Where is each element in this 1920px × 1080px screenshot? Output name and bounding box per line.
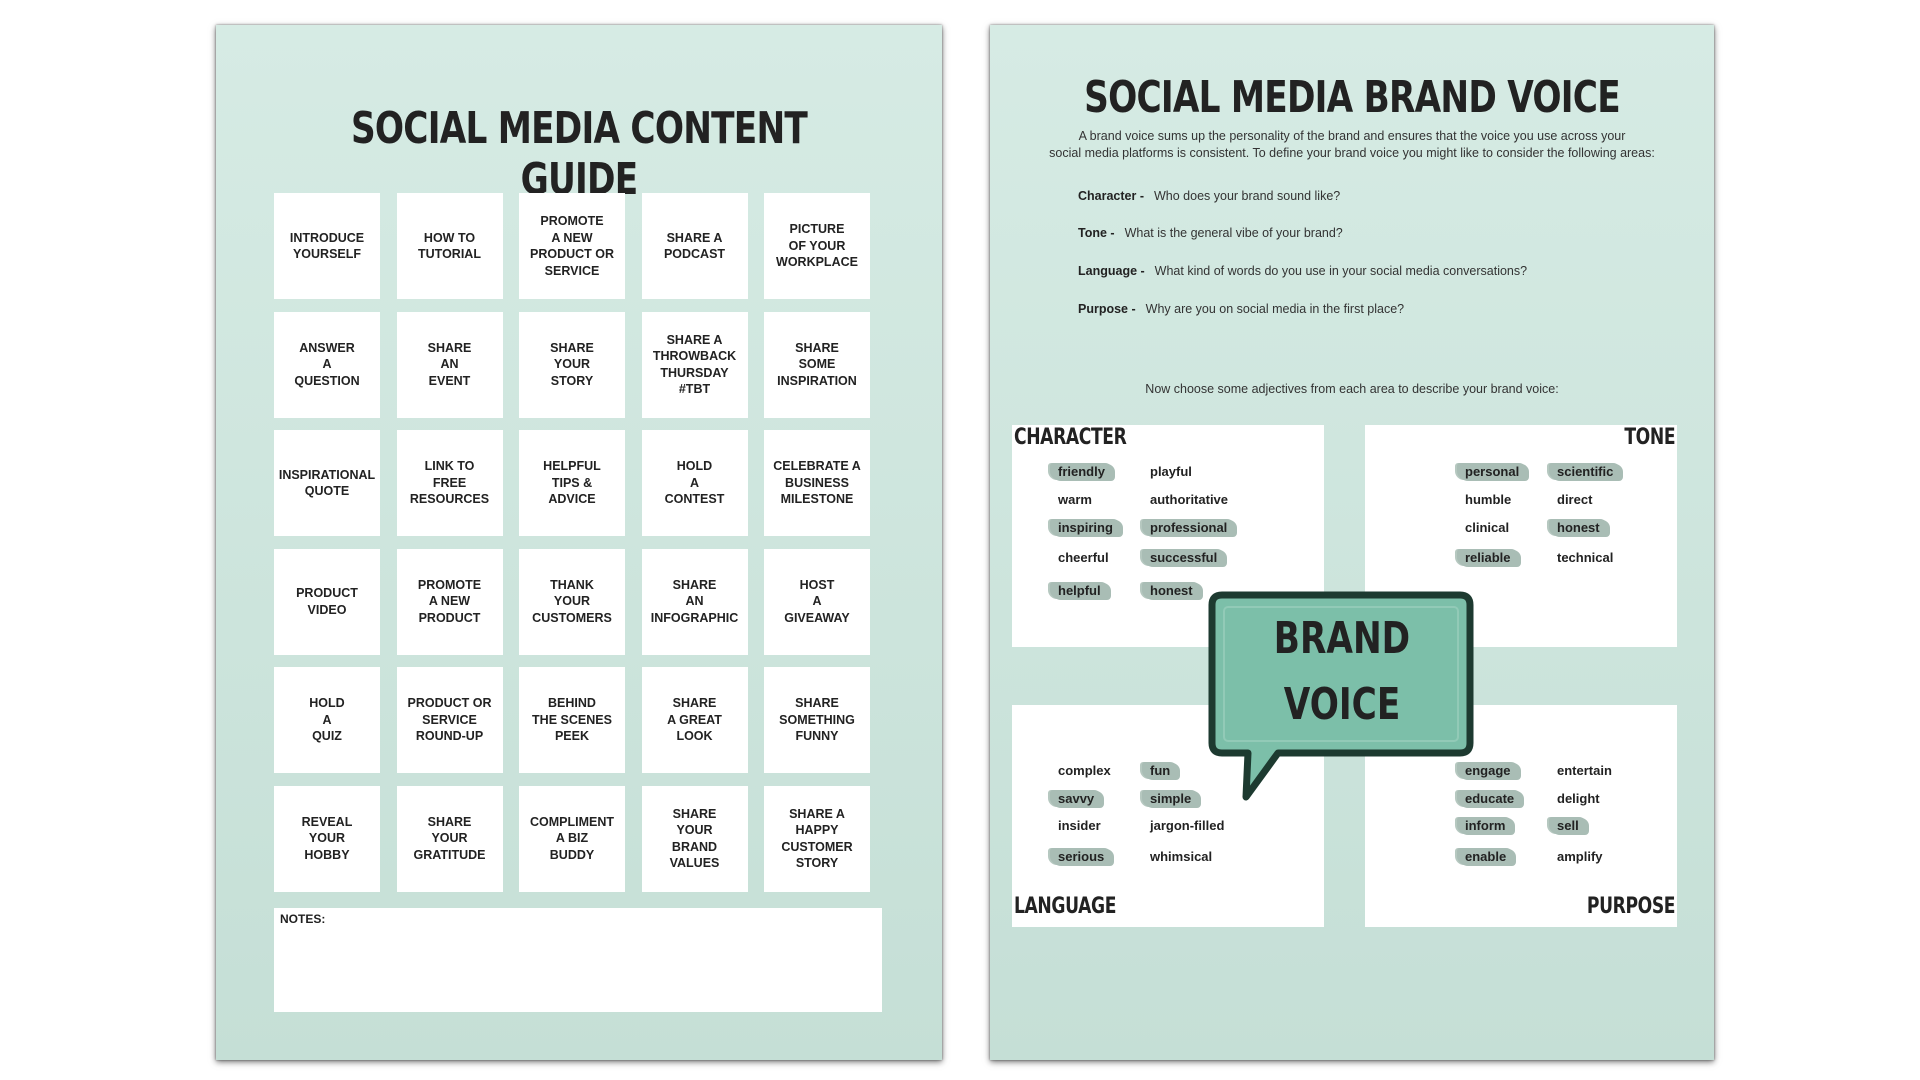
character-label: CHARACTER: [1014, 425, 1127, 450]
content-idea-cell: PICTURE OF YOUR WORKPLACE: [764, 193, 870, 299]
adjective-word[interactable]: honest: [1142, 582, 1201, 599]
adjective-word[interactable]: insider: [1050, 817, 1109, 834]
content-idea-cell: HOST A GIVEAWAY: [764, 548, 870, 655]
content-idea-cell: SHARE YOUR BRAND VALUES: [641, 785, 748, 892]
content-idea-cell: SHARE SOME INSPIRATION: [764, 311, 870, 418]
adjective-word[interactable]: entertain: [1549, 762, 1620, 779]
adjective-word[interactable]: delight: [1549, 790, 1608, 807]
adjective-word[interactable]: simple: [1142, 790, 1200, 807]
content-idea-cell: SHARE A GREAT LOOK: [641, 667, 748, 773]
content-idea-cell: BEHIND THE SCENES PEEK: [519, 667, 625, 773]
brand-voice-title: SOCIAL MEDIA BRAND VOICE: [1084, 72, 1620, 123]
question-label: Purpose -: [1078, 302, 1136, 316]
content-idea-cell: HELPFUL TIPS & ADVICE: [519, 430, 625, 536]
question-label: Language -: [1078, 264, 1145, 278]
adjective-word[interactable]: jargon-filled: [1142, 817, 1232, 834]
choose-adjectives-text: Now choose some adjectives from each are…: [1145, 382, 1559, 396]
adjective-word[interactable]: savvy: [1050, 790, 1103, 807]
bubble-line: BRAND: [1273, 613, 1411, 664]
adjective-word[interactable]: professional: [1142, 519, 1236, 536]
content-idea-cell: ANSWER A QUESTION: [274, 311, 380, 418]
content-idea-cell: THANK YOUR CUSTOMERS: [519, 548, 625, 655]
adjective-word[interactable]: warm: [1050, 491, 1100, 508]
question-label: Tone -: [1078, 226, 1115, 240]
content-idea-cell: SHARE A PODCAST: [641, 193, 748, 299]
adjective-word[interactable]: successful: [1142, 549, 1226, 566]
content-idea-cell: HOLD A CONTEST: [641, 430, 748, 536]
adjective-word[interactable]: authoritative: [1142, 491, 1236, 508]
content-idea-cell: COMPLIMENT A BIZ BUDDY: [519, 785, 625, 892]
content-idea-cell: SHARE A HAPPY CUSTOMER STORY: [764, 785, 870, 892]
notes-label: NOTES:: [280, 912, 326, 926]
question-purpose: Purpose - Why are you on social media in …: [1078, 302, 1404, 316]
bubble-line: VOICE: [1283, 679, 1401, 730]
content-idea-cell: INSPIRATIONAL QUOTE: [274, 430, 380, 536]
question-language: Language - What kind of words do you use …: [1078, 264, 1527, 278]
content-idea-cell: SHARE YOUR GRATITUDE: [396, 785, 503, 892]
adjective-word[interactable]: inform: [1457, 817, 1514, 834]
adjective-word[interactable]: personal: [1457, 463, 1528, 480]
adjective-word[interactable]: helpful: [1050, 582, 1109, 599]
content-idea-cell: SHARE AN INFOGRAPHIC: [641, 548, 748, 655]
content-idea-cell: HOW TO TUTORIAL: [396, 193, 503, 299]
question-label: Character -: [1078, 189, 1144, 203]
purpose-label: PURPOSE: [1586, 894, 1676, 919]
question-text: Who does your brand sound like?: [1154, 189, 1341, 203]
adjective-word[interactable]: scientific: [1549, 463, 1622, 480]
adjective-word[interactable]: fun: [1142, 762, 1179, 779]
adjective-word[interactable]: friendly: [1050, 463, 1113, 480]
adjective-word[interactable]: whimsical: [1142, 848, 1220, 865]
content-idea-cell: HOLD A QUIZ: [274, 667, 380, 773]
language-label: LANGUAGE: [1014, 894, 1117, 919]
adjective-word[interactable]: enable: [1457, 848, 1515, 865]
adjective-word[interactable]: sell: [1549, 817, 1587, 834]
adjective-word[interactable]: playful: [1142, 463, 1200, 480]
content-idea-cell: SHARE A THROWBACK THURSDAY #TBT: [641, 311, 748, 418]
adjective-word[interactable]: serious: [1050, 848, 1113, 865]
tone-label: TONE: [1624, 425, 1675, 450]
adjective-word[interactable]: clinical: [1457, 519, 1517, 536]
content-idea-cell: INTRODUCE YOURSELF: [274, 193, 380, 299]
content-idea-cell: PROMOTE A NEW PRODUCT OR SERVICE: [519, 193, 625, 299]
adjective-word[interactable]: direct: [1549, 491, 1600, 508]
question-text: Why are you on social media in the first…: [1145, 302, 1405, 316]
content-idea-cell: LINK TO FREE RESOURCES: [396, 430, 503, 536]
content-guide-page: SOCIAL MEDIA CONTENT GUIDE INTRODUCE YOU…: [216, 25, 942, 1060]
adjective-word[interactable]: complex: [1050, 762, 1119, 779]
brand-voice-intro: A brand voice sums up the personality of…: [1010, 128, 1694, 162]
notes-box[interactable]: NOTES:: [274, 908, 882, 1012]
adjective-word[interactable]: amplify: [1549, 848, 1611, 865]
intro-line: A brand voice sums up the personality of…: [1078, 129, 1626, 143]
adjective-word[interactable]: reliable: [1457, 549, 1519, 566]
content-idea-cell: SHARE AN EVENT: [396, 311, 503, 418]
question-text: What is the general vibe of your brand?: [1124, 226, 1343, 240]
content-idea-cell: SHARE YOUR STORY: [519, 311, 625, 418]
intro-line: social media platforms is consistent. To…: [1049, 146, 1655, 160]
brand-voice-speech-bubble: BRAND VOICE: [1208, 591, 1480, 801]
question-text: What kind of words do you use in your so…: [1154, 264, 1528, 278]
content-idea-cell: CELEBRATE A BUSINESS MILESTONE: [764, 430, 870, 536]
adjective-word[interactable]: technical: [1549, 549, 1621, 566]
content-idea-cell: PRODUCT VIDEO: [274, 548, 380, 655]
adjective-word[interactable]: inspiring: [1050, 519, 1121, 536]
content-idea-cell: REVEAL YOUR HOBBY: [274, 785, 380, 892]
content-guide-title: SOCIAL MEDIA CONTENT GUIDE: [350, 103, 808, 205]
question-character: Character - Who does your brand sound lik…: [1078, 189, 1340, 203]
content-idea-cell: PRODUCT OR SERVICE ROUND-UP: [396, 667, 503, 773]
adjective-word[interactable]: honest: [1549, 519, 1608, 536]
brand-voice-page: SOCIAL MEDIA BRAND VOICE A brand voice s…: [990, 25, 1714, 1060]
question-tone: Tone - What is the general vibe of your b…: [1078, 226, 1343, 240]
content-idea-cell: PROMOTE A NEW PRODUCT: [396, 548, 503, 655]
content-idea-cell: SHARE SOMETHING FUNNY: [764, 667, 870, 773]
content-idea-grid: INTRODUCE YOURSELF HOW TO TUTORIAL PROMO…: [274, 193, 882, 892]
adjective-word[interactable]: humble: [1457, 491, 1519, 508]
adjective-word[interactable]: cheerful: [1050, 549, 1117, 566]
